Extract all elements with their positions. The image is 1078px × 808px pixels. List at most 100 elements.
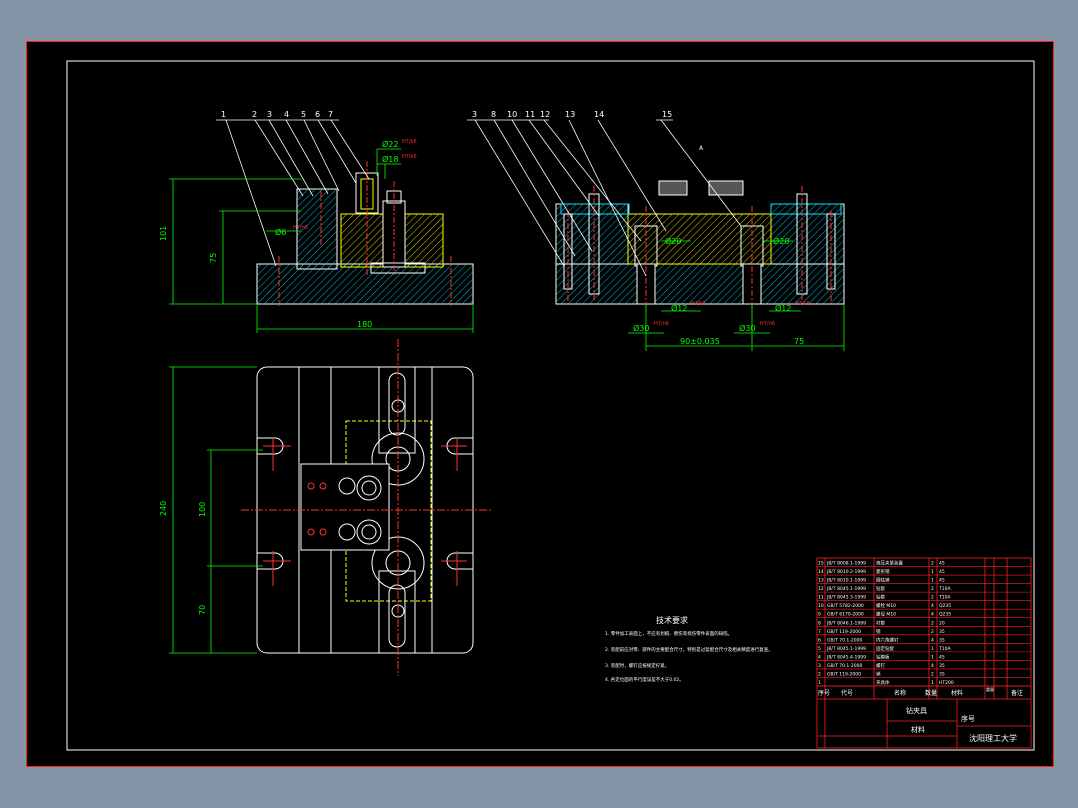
bom-cell-qty: 2: [931, 629, 934, 635]
bom-cell-qty: 4: [931, 637, 934, 643]
bom-cell-mat: T10A: [938, 595, 951, 601]
bom-cell-mat: 35: [939, 663, 945, 669]
callout-7: 7: [328, 110, 333, 119]
seq-label: 序号: [961, 714, 975, 723]
bom-header-mat: 材料: [951, 689, 963, 697]
callout-11: 11: [525, 110, 535, 119]
fit-tag: H7/k6: [691, 301, 706, 307]
bom-cell-mat: 35: [939, 671, 945, 677]
bom-cell-qty: 1: [931, 654, 934, 660]
bom-cell-code: JB/T 8045.3-1999: [826, 595, 866, 601]
fit-tag: H7/k6: [402, 139, 417, 145]
bom-cell-name: 菱形销: [876, 568, 890, 575]
drawing-sheet: 1 2 3 4 5 6 7 101 75 180 Ø22 Ø18 Ø6 H7/k…: [26, 41, 1054, 767]
bom-cell-qty: 2: [931, 586, 934, 592]
callout-12: 12: [540, 110, 550, 119]
bom-cell-mat: 45: [939, 561, 945, 567]
bom-cell-qty: 1: [931, 578, 934, 584]
section-mark: A: [699, 145, 704, 152]
bom-cell-code: GB/T 6170-2000: [827, 612, 864, 618]
bom-cell-code: JB/T 8010.2-1999: [826, 569, 866, 575]
callout-5: 5: [301, 110, 306, 119]
bom-cell-mat: Q235: [939, 612, 951, 618]
drawing-name: 钻夹具: [906, 706, 927, 715]
bom-cell-code: JB/T 8046.1-1999: [826, 620, 866, 626]
bom-cell-name: 夹具体: [876, 679, 890, 686]
dim-101: 101: [159, 226, 168, 241]
bom-cell-no: 2: [818, 671, 821, 677]
bom-cell-code: JB/T 8045.1-1999: [826, 586, 866, 592]
bom-cell-no: 5: [818, 646, 821, 652]
bom-cell-name: 钻套: [876, 585, 885, 592]
bom-cell-qty: 2: [931, 561, 934, 567]
bom-cell-name: 螺栓 M10: [876, 602, 896, 609]
bom-cell-code: JB/T 8008.1-1999: [826, 561, 866, 567]
bom-header-qty: 数量: [925, 689, 937, 697]
bom-cell-mat: Q235: [939, 603, 951, 609]
callout-3: 3: [267, 110, 272, 119]
dim-70: 70: [198, 605, 207, 615]
fit-tag: H7/k6: [402, 154, 417, 160]
bom-cell-mat: 35: [939, 629, 945, 635]
front-callout-numbers: 1 2 3 4 5 6 7: [221, 110, 333, 119]
bom-cell-qty: 1: [931, 569, 934, 575]
bom-cell-name: 圆柱销: [876, 577, 890, 584]
bom-cell-no: 12: [818, 586, 824, 592]
dim-d30-right: Ø30: [739, 323, 755, 333]
bom-cell-mat: 45: [939, 569, 945, 575]
top-dimension-text: 240 100 70: [159, 501, 207, 615]
knurled-knob: [708, 180, 744, 196]
callout-14: 14: [594, 110, 604, 119]
bom-cell-mat: T10A: [938, 586, 951, 592]
bom-cell-qty: 2: [931, 620, 934, 626]
dim-d20-right: Ø20: [773, 236, 789, 246]
bom-cell-code: GB/T 5782-2000: [827, 603, 864, 609]
bom-cell-code: JB/T 8045.4-1999: [826, 654, 866, 660]
dim-d22: Ø22: [382, 139, 398, 149]
bom-cell-no: 7: [818, 629, 821, 635]
dim-d12-right: Ø12: [775, 303, 791, 313]
bom-header-remark: 备注: [1011, 689, 1023, 697]
bom-cell-no: 1: [818, 680, 821, 686]
bom-cell-qty: 2: [931, 671, 934, 677]
bom-cell-qty: 4: [931, 603, 934, 609]
title-block: 钻夹具 材料 序号 沈阳理工大学: [906, 706, 1017, 743]
dim-d18: Ø18: [382, 154, 398, 164]
bom-cell-mat: 45: [939, 578, 945, 584]
material-label: 材料: [911, 725, 925, 734]
bom-header: 序号 代号 名称 数量 材料 重量 备注: [818, 686, 1023, 697]
fit-tag: H7/n6: [293, 225, 308, 231]
bom-cell-no: 3: [818, 663, 821, 669]
bom-cell-no: 14: [818, 569, 824, 575]
bom-cell-name: 螺母 M10: [876, 611, 896, 618]
callout-4: 4: [284, 110, 289, 119]
dim-100: 100: [198, 502, 207, 517]
bom-cell-name: 钻模板: [876, 653, 890, 660]
dim-d30-left: Ø30: [633, 323, 649, 333]
bom-cell-qty: 2: [931, 595, 934, 601]
bom-cell-no: 13: [818, 578, 824, 584]
top-view: [241, 339, 491, 676]
bom-header-code: 代号: [841, 689, 853, 697]
callout-6: 6: [315, 110, 320, 119]
bom-cell-name: 销: [876, 628, 881, 635]
bom-cell-no: 11: [818, 595, 824, 601]
dim-180: 180: [357, 320, 372, 329]
bom-cell-mat: 45: [939, 654, 945, 660]
bom-cell-name: 螺钉: [876, 662, 885, 669]
side-view: [555, 180, 845, 311]
school-name: 沈阳理工大学: [969, 733, 1017, 743]
bom-cell-no: 9: [818, 612, 821, 618]
bom-cell-code: GB/T 119-2000: [827, 629, 861, 635]
tech-line: 4. 各定位面的平行度误差不大于0.02。: [605, 676, 684, 683]
dim-d12-left: Ø12: [671, 303, 687, 313]
dim-75: 75: [209, 253, 218, 263]
bom-cell-qty: 1: [931, 646, 934, 652]
bom-cell-name: 销: [876, 670, 881, 677]
bom-cell-mat: 35: [939, 637, 945, 643]
dim-75-side: 75: [794, 337, 804, 346]
tech-line: 2. 装配前应对零、部件的主要配合尺寸，特别是过盈配合尺寸及相关精度进行复查。: [605, 646, 773, 653]
callout-3: 3: [472, 110, 477, 119]
bom-cell-name: 液压夹紧装置: [876, 560, 903, 567]
bom-cell-mat: T10A: [938, 646, 951, 652]
